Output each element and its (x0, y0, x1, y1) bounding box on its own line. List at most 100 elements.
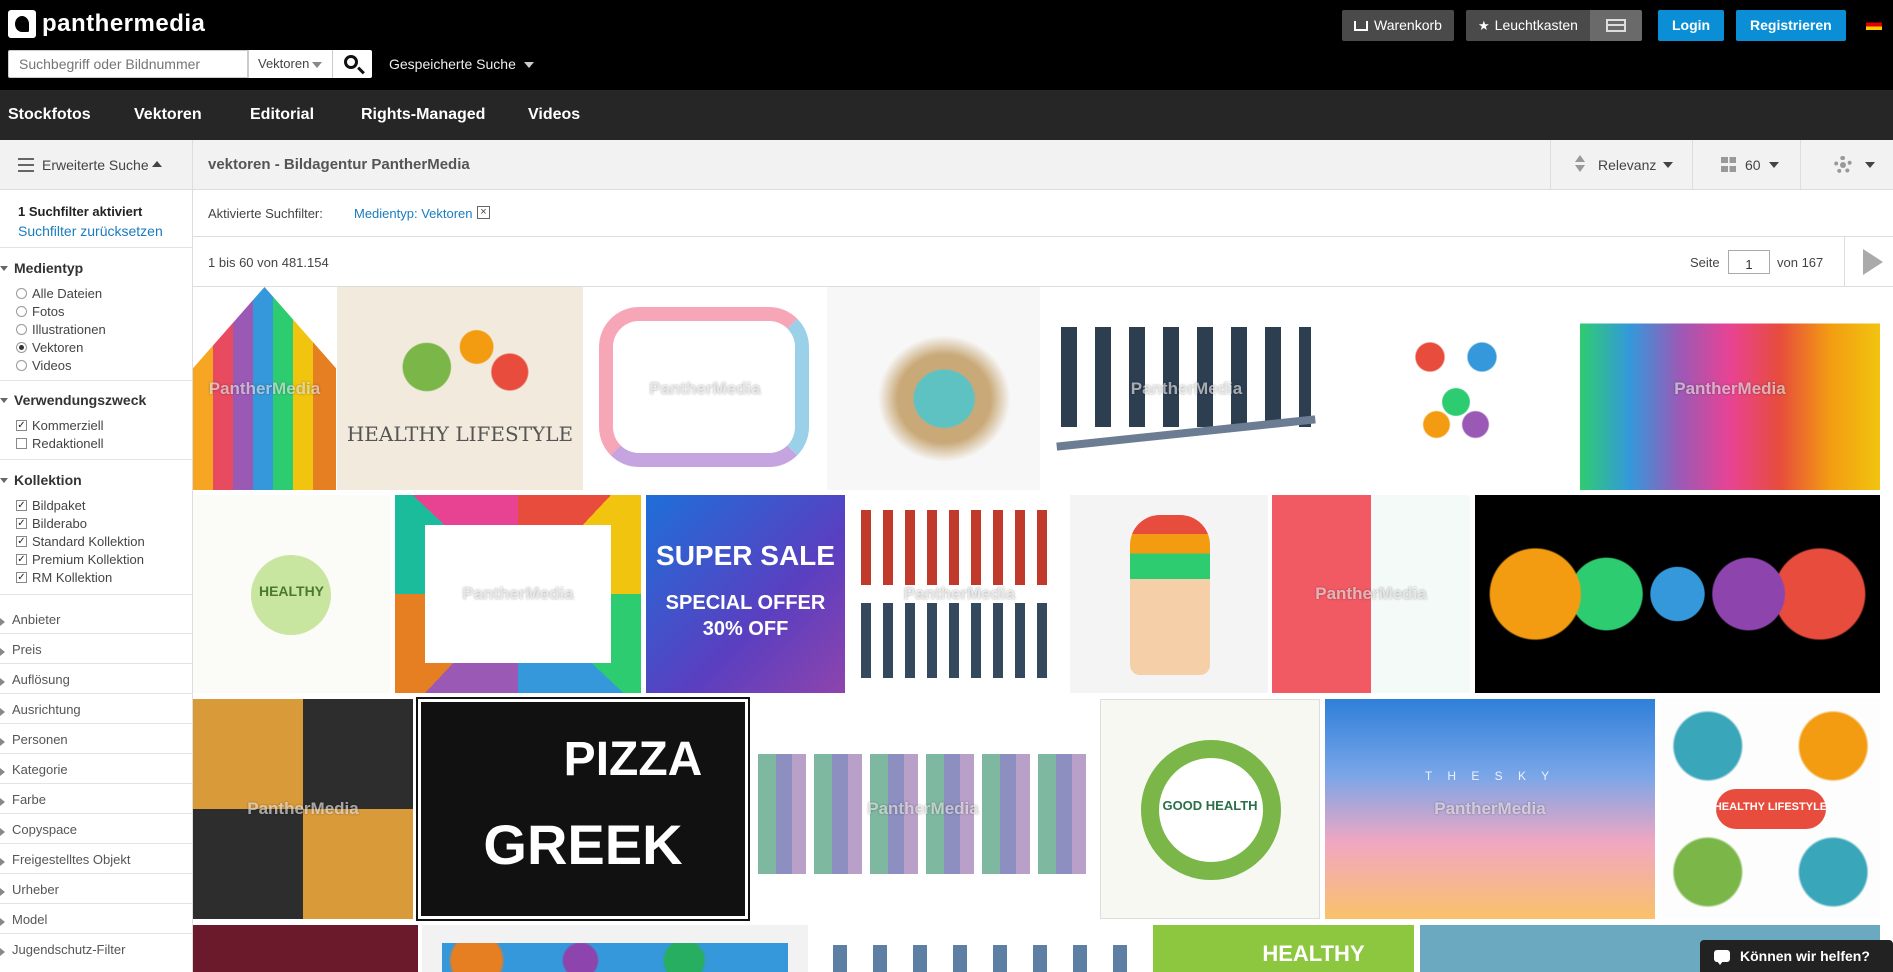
group-anbieter[interactable]: Anbieter (12, 612, 60, 627)
divider (0, 783, 193, 784)
german-flag-icon[interactable] (1866, 19, 1882, 30)
group-medientyp[interactable]: Medientyp (14, 260, 83, 276)
radio-icon (16, 306, 27, 317)
search-type-select[interactable]: Vektoren (248, 50, 332, 78)
thumb-healthy-green[interactable]: HEALTHY (1153, 925, 1414, 972)
group-aufloesung[interactable]: Auflösung (12, 672, 70, 687)
option-fotos[interactable]: Fotos (16, 304, 65, 319)
thumb-text: T H E S K Y (1424, 769, 1556, 783)
register-button[interactable]: Registrieren (1736, 10, 1846, 41)
group-personen[interactable]: Personen (12, 732, 68, 747)
close-icon[interactable]: × (477, 206, 490, 219)
option-vektoren[interactable]: Vektoren (16, 340, 83, 355)
thumb-dark-red[interactable] (193, 925, 418, 972)
active-filter-chip[interactable]: Medientyp: Vektoren (354, 206, 473, 221)
thumb-pizza-chalkboard[interactable]: PIZZA GREEK (416, 697, 750, 921)
chevron-down-icon (0, 478, 8, 483)
chevron-right-icon (0, 738, 5, 746)
thumb-healthy-doodles[interactable]: HEALTHY (193, 495, 390, 693)
group-kollektion[interactable]: Kollektion (14, 472, 82, 488)
group-model[interactable]: Model (12, 912, 47, 927)
divider (0, 933, 193, 934)
thumb-super-sale[interactable]: SUPER SALE SPECIAL OFFER 30% OFF (646, 495, 845, 693)
group-farbe[interactable]: Farbe (12, 792, 46, 807)
option-illustrationen[interactable]: Illustrationen (16, 322, 106, 337)
group-copyspace[interactable]: Copyspace (12, 822, 77, 837)
panel-icon (1606, 19, 1626, 32)
option-alle-dateien[interactable]: Alle Dateien (16, 286, 102, 301)
food-illustration (377, 307, 543, 407)
nav-stockfotos[interactable]: Stockfotos (8, 106, 91, 124)
thumb-text: SUPER SALE (656, 540, 835, 571)
thumb-text: GOOD HEALTH (1162, 798, 1258, 813)
thumb-waist-measure[interactable] (1070, 495, 1268, 693)
option-kommerziell[interactable]: ✓ Kommerziell (16, 418, 104, 433)
thumb-text: HEALTHY LIFESTYLE (346, 422, 574, 446)
people-row-top (861, 510, 1058, 585)
next-page-button[interactable] (1844, 237, 1893, 287)
thumb-age-groups[interactable]: PantherMedia (851, 495, 1068, 693)
thumb-mosaic-frame[interactable]: PantherMedia (395, 495, 641, 693)
group-jugendschutz-filter[interactable]: Jugendschutz-Filter (12, 942, 125, 957)
thumb-business-meeting-path[interactable]: PantherMedia (584, 287, 826, 490)
option-bilderabo[interactable]: ✓ Bilderabo (16, 516, 87, 531)
thumb-golden-patterns[interactable]: PantherMedia (193, 699, 413, 919)
nav-rights-managed[interactable]: Rights-Managed (361, 106, 485, 124)
help-chat-button[interactable]: Können wir helfen? (1700, 940, 1893, 972)
checkbox-checked-icon: ✓ (16, 420, 27, 431)
search-button[interactable] (332, 50, 372, 78)
thumb-wellness-icons[interactable] (1475, 495, 1880, 693)
group-kategorie[interactable]: Kategorie (12, 762, 68, 777)
option-redaktionell[interactable]: Redaktionell (16, 436, 104, 451)
lightbox-view-toggle[interactable] (1590, 10, 1642, 41)
option-rm-kollektion[interactable]: ✓ RM Kollektion (16, 570, 112, 585)
sort-dropdown[interactable]: Relevanz (1550, 140, 1692, 190)
thumb-business-people-seesaw[interactable]: PantherMedia (1041, 287, 1332, 490)
sort-value: Relevanz (1598, 157, 1657, 173)
thumb-good-health-circle[interactable]: GOOD HEALTH (1100, 699, 1320, 919)
login-button[interactable]: Login (1658, 10, 1725, 41)
group-verwendungszweck[interactable]: Verwendungszweck (14, 392, 146, 408)
search-input[interactable] (8, 50, 248, 78)
group-ausrichtung[interactable]: Ausrichtung (12, 702, 81, 717)
filter-reset-link[interactable]: Suchfilter zurücksetzen (18, 223, 163, 239)
thumb-office-people[interactable] (813, 925, 1148, 972)
thumb-healthy-lifestyle-bubbles[interactable]: HEALTHY LIFESTYLE (1661, 699, 1880, 919)
chevron-up-icon (152, 161, 162, 167)
group-urheber[interactable]: Urheber (12, 882, 59, 897)
settings-dropdown[interactable] (1800, 140, 1893, 190)
thumb-walking-people[interactable]: PantherMedia (753, 699, 1093, 919)
divider (0, 459, 193, 460)
watermark: PantherMedia (247, 799, 359, 818)
logo[interactable]: panthermedia (8, 10, 205, 38)
thumb-pattern-set[interactable]: PantherMedia (1272, 495, 1470, 693)
page-number-input[interactable] (1728, 250, 1770, 274)
option-premium-kollektion[interactable]: ✓ Premium Kollektion (16, 552, 144, 567)
nav-videos[interactable]: Videos (528, 106, 580, 124)
divider (0, 594, 193, 595)
chevron-down-icon (1663, 162, 1673, 168)
lightbox-button[interactable]: ★ Leuchtkasten (1466, 10, 1590, 41)
cart-button[interactable]: Warenkorb (1342, 10, 1454, 41)
filter-active-count: 1 Suchfilter aktiviert (18, 204, 143, 219)
per-page-dropdown[interactable]: 60 (1692, 140, 1800, 190)
group-preis[interactable]: Preis (12, 642, 42, 657)
thumb-world-map-icons[interactable] (422, 925, 808, 972)
option-standard-kollektion[interactable]: ✓ Standard Kollektion (16, 534, 145, 549)
option-videos[interactable]: Videos (16, 358, 72, 373)
thumb-crowd-silhouettes[interactable]: PantherMedia (1580, 287, 1880, 490)
heart-icon-cluster (1391, 312, 1521, 462)
chevron-right-icon (0, 648, 5, 656)
checkbox-checked-icon: ✓ (16, 572, 27, 583)
nav-vektoren[interactable]: Vektoren (134, 106, 202, 124)
thumb-colorful-arrows[interactable]: PantherMedia (193, 287, 336, 490)
saved-search-dropdown[interactable]: Gespeicherte Suche (389, 56, 534, 72)
thumb-sky-blur[interactable]: T H E S K Y PantherMedia (1325, 699, 1655, 919)
nav-editorial[interactable]: Editorial (250, 106, 314, 124)
thumb-particle-runner[interactable] (827, 287, 1040, 490)
advanced-search-toggle[interactable]: Erweiterte Suche (0, 140, 192, 190)
thumb-healthy-lifestyle[interactable]: HEALTHY LIFESTYLE (337, 287, 583, 490)
group-freigestelltes-objekt[interactable]: Freigestelltes Objekt (12, 852, 131, 867)
thumb-heart-food-icons[interactable] (1333, 287, 1579, 490)
option-bildpaket[interactable]: ✓ Bildpaket (16, 498, 85, 513)
